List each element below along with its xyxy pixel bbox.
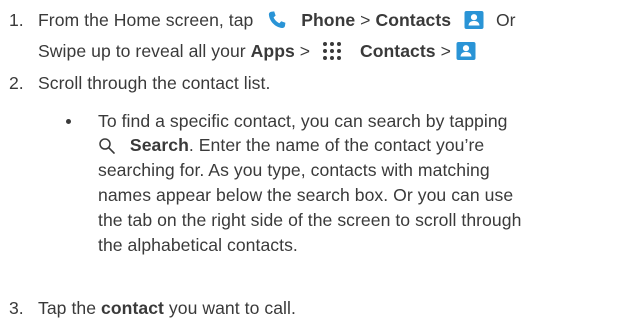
- apps-label: Apps: [250, 41, 295, 61]
- or-text: Or: [495, 10, 516, 30]
- step-3-line: Tap the contact you want to call.: [38, 297, 296, 319]
- step-1-text-2: Swipe up to reveal all your: [38, 41, 246, 61]
- contact-label: contact: [101, 298, 164, 318]
- bullet-line-3: searching for. As you type, contacts wit…: [98, 160, 490, 180]
- search-label: Search: [129, 135, 189, 155]
- step-1-line-2: Swipe up to reveal all your Apps > Conta…: [38, 40, 476, 66]
- step-2-text: Scroll through the contact list.: [38, 73, 271, 93]
- step-3-text-2: you want to call.: [168, 298, 296, 318]
- bullet-line-1: To find a specific contact, you can sear…: [98, 111, 508, 131]
- contacts-icon: [464, 10, 484, 35]
- bullet-line-4: names appear below the search box. Or yo…: [98, 185, 514, 205]
- bullet-marker: [66, 119, 71, 124]
- apps-grid-icon: [322, 41, 342, 66]
- breadcrumb-separator: >: [440, 41, 451, 61]
- bullet-line-2-text: . Enter the name of the contact you’re: [188, 135, 485, 155]
- contacts-icon: [456, 41, 476, 66]
- step-3-number: 3.: [9, 298, 24, 318]
- breadcrumb-separator: >: [360, 10, 371, 30]
- phone-icon: [267, 10, 287, 35]
- breadcrumb-separator: >: [299, 41, 311, 61]
- step-2-number: 2.: [9, 73, 24, 93]
- step-1-line-1: From the Home screen, tap Phone > Contac…: [38, 9, 516, 35]
- step-3-text: Tap the: [38, 298, 97, 318]
- instruction-document: 1. From the Home screen, tap Phone > Con…: [0, 0, 639, 333]
- step-1-number: 1.: [9, 10, 24, 30]
- bullet-line-5: the tab on the right side of the screen …: [98, 210, 522, 230]
- bullet-line-2: Search. Enter the name of the contact yo…: [98, 134, 484, 160]
- phone-label: Phone: [301, 10, 356, 30]
- contacts-label: Contacts: [375, 10, 452, 30]
- step-1-text: From the Home screen, tap: [38, 10, 254, 30]
- search-icon: [98, 137, 116, 160]
- contacts-label: Contacts: [359, 41, 436, 61]
- bullet-line-6: the alphabetical contacts.: [98, 235, 298, 255]
